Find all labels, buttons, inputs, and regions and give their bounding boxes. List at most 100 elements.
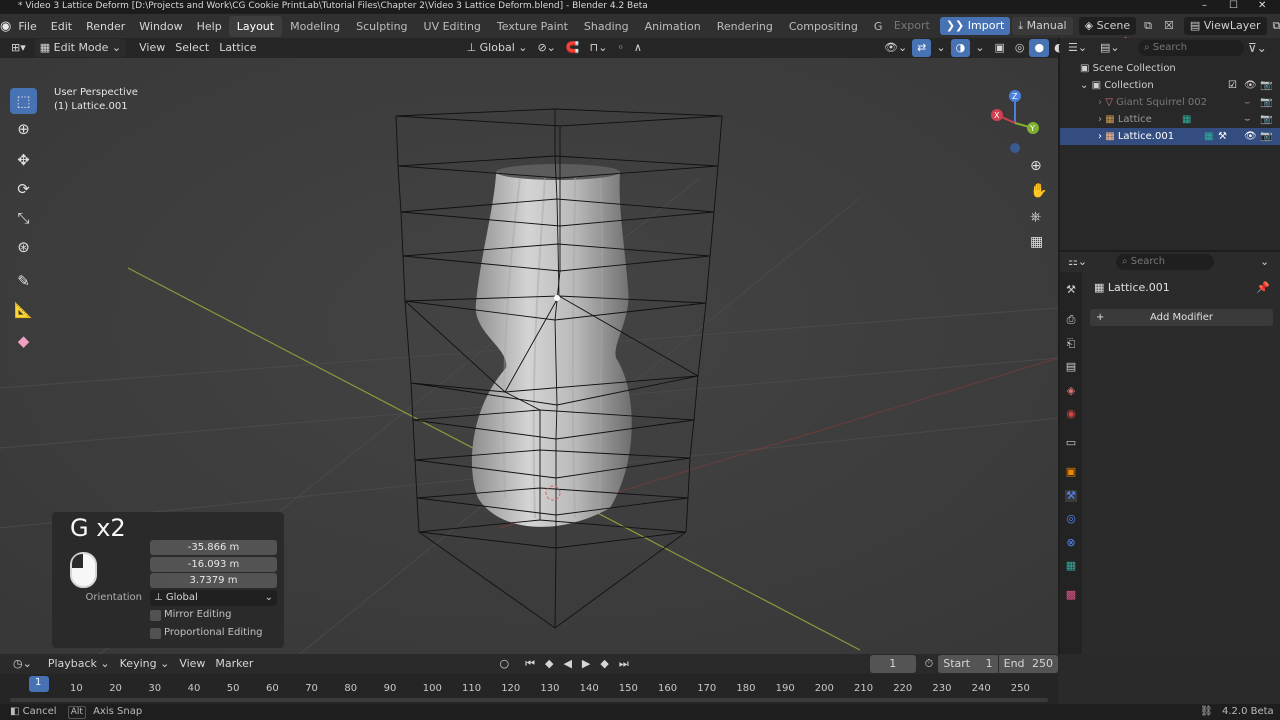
gizmo-dropdown-icon[interactable]: ⌄ — [931, 39, 950, 57]
blender-logo-icon[interactable]: ◉ — [0, 19, 11, 34]
outliner-row-giant-squirrel[interactable]: › ▽ Giant Squirrel 002 ⌣ 📷 — [1060, 94, 1280, 111]
manual-button[interactable]: ⤓ Manual — [1012, 17, 1073, 35]
current-frame-field[interactable]: 1 — [869, 655, 916, 673]
camera-render-icon[interactable]: 📷 — [1260, 111, 1272, 128]
tab-uv-editing[interactable]: UV Editing — [416, 16, 489, 37]
outliner-search-input[interactable]: ⌕ Search — [1138, 40, 1244, 56]
properties-search-input[interactable]: ⌕ Search — [1116, 254, 1214, 270]
add-modifier-button[interactable]: + Add Modifier — [1090, 309, 1273, 326]
tab-rendering[interactable]: Rendering — [709, 16, 781, 37]
menu-file[interactable]: File — [11, 20, 43, 33]
texture-tab-icon[interactable]: ▩ — [1065, 589, 1077, 601]
timeline-ruler[interactable]: 1 10 20 30 40 50 60 70 80 90 100 110 120 130 140 150 160… — [0, 674, 1058, 704]
pivot-icon[interactable]: ⊘⌄ — [532, 39, 560, 57]
selected-vertex[interactable] — [554, 295, 560, 301]
physics-tab-icon[interactable]: ◎ — [1065, 513, 1077, 525]
properties-editor-icon[interactable]: ⚏⌄ — [1068, 255, 1087, 268]
rotate-tool-icon[interactable]: ⟳ — [10, 176, 37, 202]
prev-keyframe-icon[interactable]: ◆ — [540, 655, 558, 673]
overlay-toggle-icon[interactable]: ◑ — [950, 39, 971, 57]
menu-lattice[interactable]: Lattice — [214, 39, 261, 57]
camera-render-icon[interactable]: 📷 — [1260, 128, 1272, 145]
navigation-gizmo[interactable]: Z Y X — [985, 88, 1045, 158]
modifier-tab-icon[interactable]: ⚒ — [1065, 490, 1077, 502]
minimize-button[interactable]: – — [1202, 0, 1207, 12]
camera-render-icon[interactable]: 📷 — [1260, 77, 1272, 94]
end-frame-field[interactable]: End 250 — [998, 655, 1058, 673]
operator-panel[interactable]: G x2 Move X -35.866 m Y -16.093 m Z 3.73… — [52, 512, 284, 648]
move-z-field[interactable]: 3.7379 m — [150, 573, 277, 588]
scene-tab-icon[interactable]: ◈ — [1065, 385, 1077, 397]
tab-texture-paint[interactable]: Texture Paint — [489, 16, 576, 37]
display-mode-icon[interactable]: ▤⌄ — [1100, 41, 1120, 54]
new-viewlayer-icon[interactable]: ⧉ — [1267, 17, 1280, 35]
proportional-editing-checkbox[interactable] — [150, 628, 161, 639]
viewlayer-selector[interactable]: ▤ ViewLayer — [1183, 17, 1267, 35]
menu-playback[interactable]: Playback ⌄ — [43, 655, 115, 673]
outliner-row-lattice-001[interactable]: › ▦ Lattice.001 ▦ ⚒ 👁 📷 — [1060, 128, 1280, 145]
tab-compositing[interactable]: Compositing — [781, 16, 866, 37]
solid-shading-icon[interactable]: ● — [1029, 39, 1050, 57]
camera-render-icon[interactable]: 📷 — [1260, 94, 1272, 111]
scene-selector[interactable]: ◈ Scene📌 — [1078, 17, 1137, 50]
close-button[interactable]: ✕ — [1258, 0, 1266, 12]
menu-edit[interactable]: Edit — [44, 20, 79, 33]
lattice-data-tab-icon[interactable]: ▦ — [1065, 560, 1077, 572]
outliner-editor-icon[interactable]: ☰⌄ — [1068, 41, 1087, 54]
menu-timeline-view[interactable]: View — [174, 655, 210, 673]
eye-icon[interactable]: 👁 — [1244, 77, 1257, 94]
overlay-dropdown-icon[interactable]: ⌄ — [970, 39, 989, 57]
measure-tool-icon[interactable]: 📐 — [10, 297, 37, 323]
tab-sculpting[interactable]: Sculpting — [348, 16, 415, 37]
pin-icon[interactable]: 📌 — [1256, 281, 1270, 294]
proportional-icon[interactable]: ◦ — [612, 39, 629, 57]
outliner-row-lattice[interactable]: › ▦ Lattice ▦ ⌣ 📷 — [1060, 111, 1280, 128]
outliner-row-collection[interactable]: ⌄ ▣ Collection ☑ 👁 📷 — [1060, 77, 1280, 94]
falloff-icon[interactable]: ∧ — [629, 39, 647, 57]
ortho-grid-icon[interactable]: ▦ — [1030, 234, 1043, 250]
menu-help[interactable]: Help — [190, 20, 229, 33]
record-icon[interactable]: ○ — [494, 655, 514, 673]
stopwatch-icon[interactable]: ⏱ — [920, 655, 939, 673]
move-x-field[interactable]: -35.866 m — [150, 540, 277, 555]
visibility-icon[interactable]: 👁⌄ — [879, 39, 912, 57]
chevron-down-icon[interactable]: ⌄ — [1260, 255, 1269, 268]
tool-tab-icon[interactable]: ⚒ — [1065, 284, 1077, 296]
tab-geometry-nodes[interactable]: Geometry N — [866, 16, 882, 37]
eye-icon[interactable]: 👁 — [1244, 128, 1257, 145]
move-tool-icon[interactable]: ✥ — [10, 147, 37, 173]
constraints-tab-icon[interactable]: ⊗ — [1065, 537, 1077, 549]
jump-start-icon[interactable]: ⏮ — [520, 655, 540, 673]
wireframe-shading-icon[interactable]: ◎ — [1010, 39, 1030, 57]
next-keyframe-icon[interactable]: ◆ — [595, 655, 613, 673]
add-cube-tool-icon[interactable]: ◆ — [10, 328, 37, 354]
editor-type-icon[interactable]: ⊞▾ — [6, 39, 31, 57]
delete-scene-icon[interactable]: ☒ — [1158, 17, 1180, 35]
jump-end-icon[interactable]: ⏭ — [614, 655, 634, 673]
tab-animation[interactable]: Animation — [637, 16, 709, 37]
outliner-row-scene-collection[interactable]: ▣ Scene Collection — [1060, 60, 1280, 77]
camera-icon[interactable]: ⎈ — [1030, 209, 1041, 225]
gizmo-neg-z[interactable] — [1010, 143, 1020, 153]
timeline-scrollbar[interactable] — [10, 698, 1048, 702]
orientation-selector[interactable]: ⊥ Global ⌄ — [462, 39, 533, 57]
annotate-tool-icon[interactable]: ✎ — [10, 268, 37, 294]
object-tab-icon[interactable]: ▣ — [1065, 466, 1077, 478]
render-tab-icon[interactable]: ⎙ — [1065, 314, 1077, 326]
menu-render[interactable]: Render — [79, 20, 132, 33]
move-y-field[interactable]: -16.093 m — [150, 557, 277, 572]
world-tab-icon[interactable]: ◉ — [1065, 408, 1077, 420]
export-button[interactable]: Export — [888, 17, 936, 35]
expand-icon[interactable]: ⌄ — [1080, 80, 1092, 91]
select-box-tool-icon[interactable]: ⬚ — [10, 88, 37, 114]
collection-tab-icon[interactable]: ▭ — [1065, 437, 1077, 449]
play-icon[interactable]: ▶ — [577, 655, 595, 673]
transform-tool-icon[interactable]: ⊛ — [10, 234, 37, 260]
menu-select[interactable]: Select — [170, 39, 214, 57]
mode-selector[interactable]: ▦ Edit Mode ⌄ — [34, 39, 127, 57]
timeline-editor-icon[interactable]: ◷⌄ — [8, 655, 37, 673]
menu-window[interactable]: Window — [132, 20, 189, 33]
play-reverse-icon[interactable]: ◀ — [558, 655, 576, 673]
snap-icon[interactable]: 🧲 — [561, 39, 585, 57]
checkbox-icon[interactable]: ☑ — [1228, 77, 1237, 94]
